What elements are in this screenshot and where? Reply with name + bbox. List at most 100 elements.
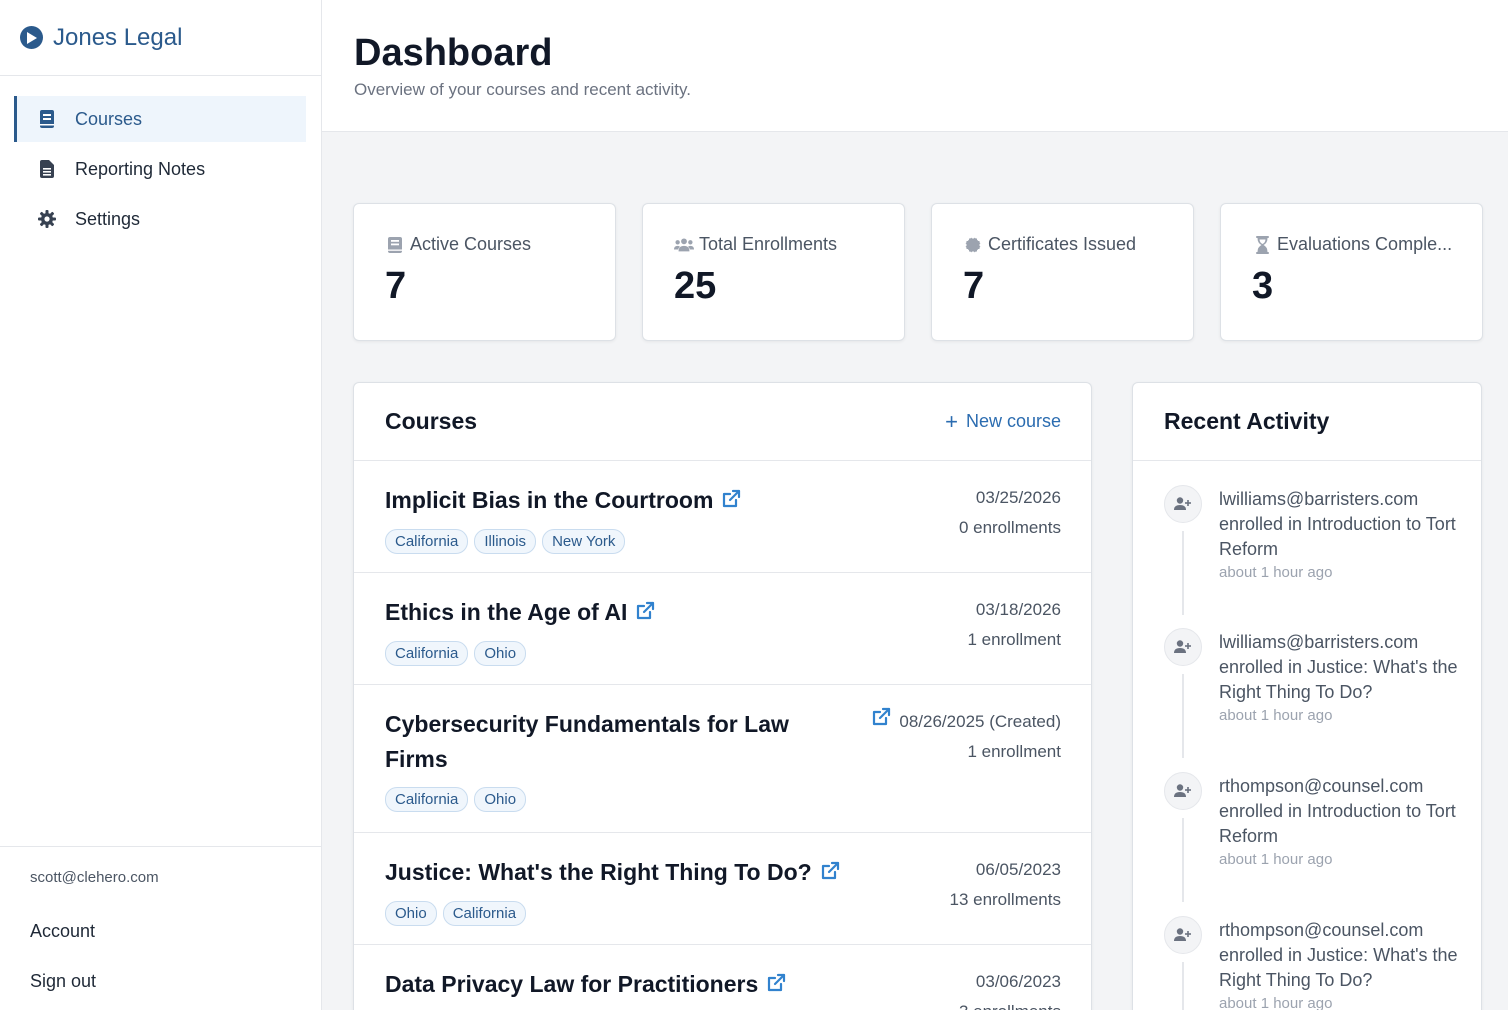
sidebar-item-label: Reporting Notes (75, 158, 206, 179)
course-row[interactable]: Implicit Bias in the Courtroom Californi… (354, 461, 1091, 573)
stat-value: 7 (963, 265, 985, 307)
file-icon (37, 159, 57, 179)
stat-label: Total Enrollments (699, 234, 838, 254)
activity-list: lwilliams@barristers.com enrolled in Int… (1133, 461, 1481, 1010)
stat-value: 25 (674, 265, 717, 307)
course-row[interactable]: Data Privacy Law for Practitioners 03/06… (354, 945, 1091, 1010)
book-icon (385, 236, 405, 254)
state-tags: California Ohio (385, 787, 825, 812)
course-title[interactable]: Data Privacy Law for Practitioners (385, 971, 758, 997)
activity-time: about 1 hour ago (1219, 995, 1333, 1010)
panel-title: Recent Activity (1164, 408, 1330, 434)
stat-label: Certificates Issued (988, 234, 1137, 254)
activity-text: lwilliams@barristers.com enrolled in Jus… (1219, 632, 1458, 702)
activity-time: about 1 hour ago (1219, 851, 1333, 868)
course-date: 06/05/2023 (975, 860, 1061, 879)
timeline-line (1182, 962, 1184, 1010)
activity-item: rthompson@counsel.com enrolled in Introd… (1164, 772, 1461, 916)
course-title[interactable]: Implicit Bias in the Courtroom (385, 487, 713, 513)
page-subtitle: Overview of your courses and recent acti… (354, 80, 691, 99)
course-date: 03/06/2023 (975, 972, 1061, 991)
external-link-icon[interactable] (820, 856, 840, 891)
course-enrollments: 0 enrollments (958, 518, 1061, 537)
activity-text: rthompson@counsel.com enrolled in Justic… (1219, 920, 1458, 990)
course-row[interactable]: Ethics in the Age of AI California Ohio … (354, 573, 1091, 685)
sidebar-item-label: Settings (75, 208, 141, 229)
stat-label: Evaluations Comple... (1277, 234, 1453, 254)
new-course-button[interactable]: + New course (945, 408, 1061, 434)
course-row[interactable]: Justice: What's the Right Thing To Do? O… (354, 833, 1091, 945)
external-link-icon[interactable] (871, 707, 891, 737)
state-tag: Ohio (385, 901, 437, 927)
state-tag: New York (542, 529, 626, 555)
course-title[interactable]: Justice: What's the Right Thing To Do? (385, 859, 812, 885)
state-tag: California (385, 641, 469, 667)
sidebar-footer: scott@clehero.com Account Sign out (0, 846, 321, 1010)
user-plus-icon (1164, 916, 1202, 954)
activity-text: lwilliams@barristers.com enrolled in Int… (1219, 489, 1456, 559)
sign-out-link[interactable]: Sign out (30, 956, 291, 1006)
user-email: scott@clehero.com (30, 869, 159, 886)
user-plus-icon (1164, 772, 1202, 810)
sidebar: Jones Legal Courses Reporting Notes Sett… (0, 0, 322, 1010)
page-header: Dashboard Overview of your courses and r… (322, 0, 1508, 132)
state-tags: California Ohio (385, 641, 855, 667)
activity-item: lwilliams@barristers.com enrolled in Int… (1164, 485, 1461, 628)
panel-title: Courses (385, 408, 478, 434)
timeline-line (1182, 818, 1184, 902)
external-link-icon[interactable] (635, 596, 655, 631)
state-tag: Ohio (474, 641, 527, 667)
course-title[interactable]: Cybersecurity Fundamentals for Law Firms (385, 711, 789, 772)
sidebar-item-settings[interactable]: Settings (14, 196, 306, 242)
stat-value: 3 (1252, 265, 1274, 307)
sidebar-item-reporting-notes[interactable]: Reporting Notes (14, 146, 306, 192)
activity-time: about 1 hour ago (1219, 564, 1333, 581)
course-row[interactable]: Cybersecurity Fundamentals for Law Firms… (354, 685, 1091, 833)
timeline-line (1182, 674, 1184, 758)
external-link-icon[interactable] (721, 484, 741, 519)
course-title[interactable]: Ethics in the Age of AI (385, 599, 627, 625)
state-tags: California Illinois New York (385, 529, 855, 555)
state-tag: California (385, 787, 469, 812)
sidebar-nav: Courses Reporting Notes Settings (0, 76, 321, 242)
stat-card-total-enrollments: Total Enrollments 25 (642, 203, 905, 341)
course-enrollments: 1 enrollment (967, 630, 1061, 649)
activity-time: about 1 hour ago (1219, 707, 1333, 724)
activity-item: rthompson@counsel.com enrolled in Justic… (1164, 916, 1461, 1010)
brand-name: Jones Legal (53, 23, 183, 51)
course-date: 03/18/2026 (975, 600, 1061, 619)
external-link-icon[interactable] (766, 968, 786, 1003)
course-date: 08/26/2025 (Created) (899, 712, 1061, 731)
sidebar-item-label: Courses (75, 108, 143, 129)
user-plus-icon (1164, 485, 1202, 523)
stats-row: Active Courses 7 Total Enrollments 25 Ce… (353, 203, 1483, 341)
course-enrollments: 1 enrollment (967, 742, 1061, 761)
course-date: 03/25/2026 (975, 488, 1061, 507)
hourglass-icon (1252, 235, 1272, 254)
stat-value: 7 (385, 265, 407, 307)
course-enrollments: 3 enrollments (959, 997, 1061, 1010)
book-icon (37, 109, 57, 129)
state-tag: Illinois (474, 529, 537, 555)
activity-item: lwilliams@barristers.com enrolled in Jus… (1164, 628, 1461, 772)
plus-icon: + (945, 408, 958, 434)
users-icon (674, 236, 694, 254)
courses-panel: Courses + New course Implicit Bias in th… (353, 382, 1092, 1010)
state-tag: Ohio (474, 787, 527, 812)
brand[interactable]: Jones Legal (0, 0, 321, 76)
state-tag: California (442, 901, 527, 927)
account-link[interactable]: Account (30, 906, 291, 956)
stat-card-certificates-issued: Certificates Issued 7 (931, 203, 1194, 341)
recent-activity-panel: Recent Activity lwilliams@barristers.com… (1132, 382, 1482, 1010)
sidebar-item-courses[interactable]: Courses (14, 96, 306, 142)
state-tag: California (385, 529, 469, 555)
play-circle-icon (20, 26, 43, 49)
certificate-icon (963, 236, 983, 254)
state-tags: Ohio California (385, 901, 885, 927)
stat-label: Active Courses (410, 234, 532, 254)
stat-card-active-courses: Active Courses 7 (353, 203, 616, 341)
new-course-label: New course (965, 411, 1061, 431)
stat-card-evaluations-completed: Evaluations Comple... 3 (1220, 203, 1483, 341)
gear-icon (37, 209, 57, 229)
page-title: Dashboard (354, 32, 553, 74)
